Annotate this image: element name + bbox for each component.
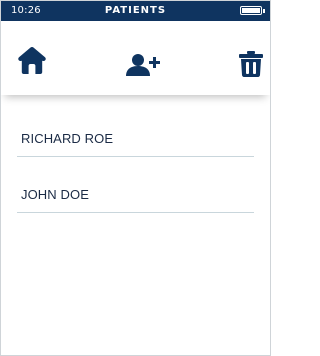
toolbar (1, 21, 270, 95)
home-icon (18, 47, 46, 74)
delete-button[interactable] (239, 51, 263, 77)
screen-title: PATIENTS (104, 5, 167, 16)
patient-name: RICHARD ROE (21, 131, 114, 146)
battery-full-icon (240, 6, 265, 15)
patient-row[interactable]: RICHARD ROE (17, 101, 254, 157)
home-button[interactable] (15, 41, 49, 75)
trash-icon (239, 51, 263, 77)
patient-row[interactable]: JOHN DOE (17, 157, 254, 213)
add-user-icon (126, 54, 160, 76)
phone-screen: 10:26 PATIENTS RICHARD ROE JOHN DOE (0, 0, 271, 356)
status-bar: 10:26 PATIENTS (1, 1, 270, 21)
patient-list: RICHARD ROE JOHN DOE (1, 101, 270, 213)
add-patient-button[interactable] (125, 53, 161, 77)
patient-name: JOHN DOE (21, 187, 89, 202)
